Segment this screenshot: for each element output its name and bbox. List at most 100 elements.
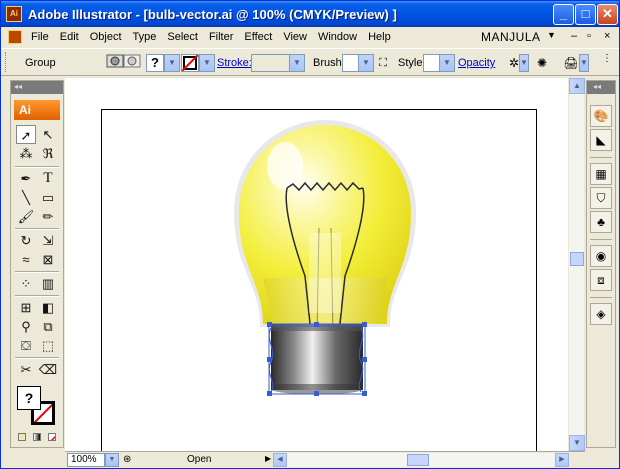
mesh-icon[interactable]: ⊞ bbox=[16, 298, 36, 317]
close-button[interactable]: ✕ bbox=[597, 4, 618, 25]
app-icon[interactable]: Ai bbox=[6, 6, 22, 22]
fill-swatch[interactable]: ? bbox=[17, 386, 41, 410]
swatches-panel-icon[interactable]: ▦ bbox=[590, 163, 612, 185]
none-mode-icon[interactable] bbox=[48, 433, 56, 441]
graph-icon[interactable]: ▥ bbox=[38, 274, 58, 293]
tool-divider bbox=[15, 271, 59, 273]
exit-group-icon[interactable] bbox=[122, 53, 142, 73]
appearance-panel-icon[interactable]: ◉ bbox=[590, 245, 612, 267]
brush-dropdown-icon[interactable]: ▼ bbox=[358, 54, 374, 72]
zoom-field[interactable]: 100% bbox=[67, 453, 105, 467]
eraser-icon[interactable]: ⌫ bbox=[38, 360, 58, 379]
recolor-dropdown-icon[interactable]: ▼ bbox=[519, 54, 529, 72]
menu-help[interactable]: Help bbox=[363, 31, 397, 43]
slice-icon[interactable]: ✂ bbox=[16, 360, 36, 379]
color-mode-icon[interactable] bbox=[18, 433, 26, 441]
selection-icon[interactable]: ➚ bbox=[16, 125, 36, 144]
gradient-panel-icon[interactable]: ◣ bbox=[590, 129, 612, 151]
workspace-switcher[interactable]: MANJULA bbox=[481, 30, 541, 44]
lasso-icon[interactable]: ℜ bbox=[38, 144, 58, 163]
direct-select-icon[interactable]: ↖ bbox=[38, 125, 58, 144]
status-menu-icon[interactable]: ▶ bbox=[265, 454, 271, 463]
stroke-color-box[interactable] bbox=[181, 54, 199, 72]
workspace-dropdown-icon[interactable]: ▼ bbox=[547, 30, 556, 40]
style-dropdown-icon[interactable]: ▼ bbox=[439, 54, 455, 72]
menu-type[interactable]: Type bbox=[128, 31, 163, 43]
horizontal-scrollbar[interactable]: ◀ ▶ bbox=[273, 453, 569, 467]
line-icon[interactable]: ╲ bbox=[16, 188, 36, 207]
color-panel-icon[interactable]: 🎨 bbox=[590, 105, 612, 127]
menu-object[interactable]: Object bbox=[85, 31, 128, 43]
version-cue-icon[interactable]: ⊛ bbox=[123, 454, 131, 465]
illustrator-window: Ai Adobe Illustrator - [bulb-vector.ai @… bbox=[0, 0, 620, 469]
magic-wand-icon[interactable]: ⁂ bbox=[16, 144, 36, 163]
stroke-weight-field[interactable] bbox=[251, 54, 291, 72]
tool-divider bbox=[15, 228, 59, 230]
align-dropdown-icon[interactable]: ▼ bbox=[579, 54, 589, 72]
dock-collapse-button[interactable]: ◂◂ bbox=[587, 81, 615, 94]
blend-icon[interactable]: ⧉ bbox=[38, 317, 58, 336]
fill-dropdown-icon[interactable]: ▼ bbox=[164, 54, 180, 72]
menu-file[interactable]: File bbox=[26, 31, 55, 43]
menu-effect[interactable]: Effect bbox=[239, 31, 278, 43]
paintbrush-icon[interactable]: 🖌 bbox=[16, 207, 36, 226]
stroke-label[interactable]: Stroke: bbox=[217, 57, 252, 69]
title-bar: Ai Adobe Illustrator - [bulb-vector.ai @… bbox=[1, 1, 619, 27]
live-paint-select-icon[interactable]: ⬚ bbox=[38, 336, 58, 355]
grip-icon[interactable] bbox=[5, 52, 8, 72]
doc-close-button[interactable]: × bbox=[604, 30, 610, 42]
doc-restore-button[interactable]: ▫ bbox=[587, 30, 591, 42]
rotate-icon[interactable]: ↻ bbox=[16, 231, 36, 250]
menu-window[interactable]: Window bbox=[313, 31, 363, 43]
pencil-icon[interactable]: ✏ bbox=[38, 207, 58, 226]
pen-icon[interactable]: ✒ bbox=[16, 169, 36, 188]
rectangle-icon[interactable]: ▭ bbox=[38, 188, 58, 207]
free-transform-icon[interactable]: ⊠ bbox=[38, 250, 58, 269]
scroll-up-button[interactable]: ▲ bbox=[569, 78, 585, 94]
live-trace-icon[interactable]: ✺ bbox=[532, 53, 552, 73]
control-menu-icon[interactable]: ⋮ bbox=[597, 49, 617, 69]
minimize-button[interactable]: _ bbox=[553, 4, 574, 25]
dock-divider bbox=[590, 239, 612, 240]
symbol-sprayer-icon[interactable]: ⁘ bbox=[16, 274, 36, 293]
menu-filter[interactable]: Filter bbox=[204, 31, 239, 43]
scroll-left-button[interactable]: ◀ bbox=[273, 453, 287, 467]
tools-collapse-button[interactable]: ◂◂ bbox=[11, 81, 63, 94]
type-icon[interactable]: T bbox=[38, 169, 58, 188]
gradient-icon[interactable]: ◧ bbox=[38, 298, 58, 317]
scroll-down-button[interactable]: ▼ bbox=[569, 435, 585, 451]
brushes-panel-icon[interactable]: ⛉ bbox=[590, 187, 612, 209]
stroke-dropdown-icon[interactable]: ▼ bbox=[199, 54, 215, 72]
scale-icon[interactable]: ⇲ bbox=[38, 231, 58, 250]
live-paint-icon[interactable]: ⛋ bbox=[16, 336, 36, 355]
graphic-styles-panel-icon[interactable]: ⧈ bbox=[590, 269, 612, 291]
zoom-dropdown-icon[interactable]: ▼ bbox=[105, 453, 119, 467]
align-panel-icon[interactable]: 🖨 bbox=[561, 53, 581, 73]
vertical-scroll-thumb[interactable] bbox=[570, 252, 584, 266]
brush-label: Brush: bbox=[313, 57, 345, 69]
menu-select[interactable]: Select bbox=[162, 31, 204, 43]
tools-panel: ◂◂ Ai ➚ ↖ ⁂ ℜ ✒ T ╲ ▭ 🖌 ✏ ↻ ⇲ ≈ ⊠ ⁘ ▥ ⊞ … bbox=[10, 80, 64, 448]
fill-color-box[interactable]: ? bbox=[146, 54, 164, 72]
document-icon[interactable] bbox=[8, 30, 22, 44]
document-canvas[interactable] bbox=[65, 78, 568, 454]
layers-panel-icon[interactable]: ◈ bbox=[590, 303, 612, 325]
horizontal-scroll-thumb[interactable] bbox=[407, 454, 429, 466]
symbols-panel-icon[interactable]: ♣ bbox=[590, 211, 612, 233]
warp-icon[interactable]: ≈ bbox=[16, 250, 36, 269]
scroll-right-button[interactable]: ▶ bbox=[555, 453, 569, 467]
bulb-artwork[interactable] bbox=[65, 78, 568, 451]
vertical-scrollbar[interactable]: ▲ ▼ bbox=[568, 78, 585, 451]
menu-edit[interactable]: Edit bbox=[55, 31, 85, 43]
stroke-weight-dropdown-icon[interactable]: ▼ bbox=[289, 54, 305, 72]
gradient-mode-icon[interactable] bbox=[33, 433, 41, 441]
opacity-link[interactable]: Opacity bbox=[458, 57, 495, 69]
status-text: Open bbox=[187, 454, 212, 465]
brush-libraries-icon[interactable]: ⛶ bbox=[373, 53, 393, 73]
doc-minimize-button[interactable]: – bbox=[571, 30, 577, 42]
menu-view[interactable]: View bbox=[278, 31, 313, 43]
eyedropper-icon[interactable]: ⚲ bbox=[16, 317, 36, 336]
maximize-button[interactable]: □ bbox=[575, 4, 596, 25]
window-title: Adobe Illustrator - [bulb-vector.ai @ 10… bbox=[28, 6, 397, 22]
fill-stroke-widget[interactable]: ? bbox=[17, 384, 59, 428]
